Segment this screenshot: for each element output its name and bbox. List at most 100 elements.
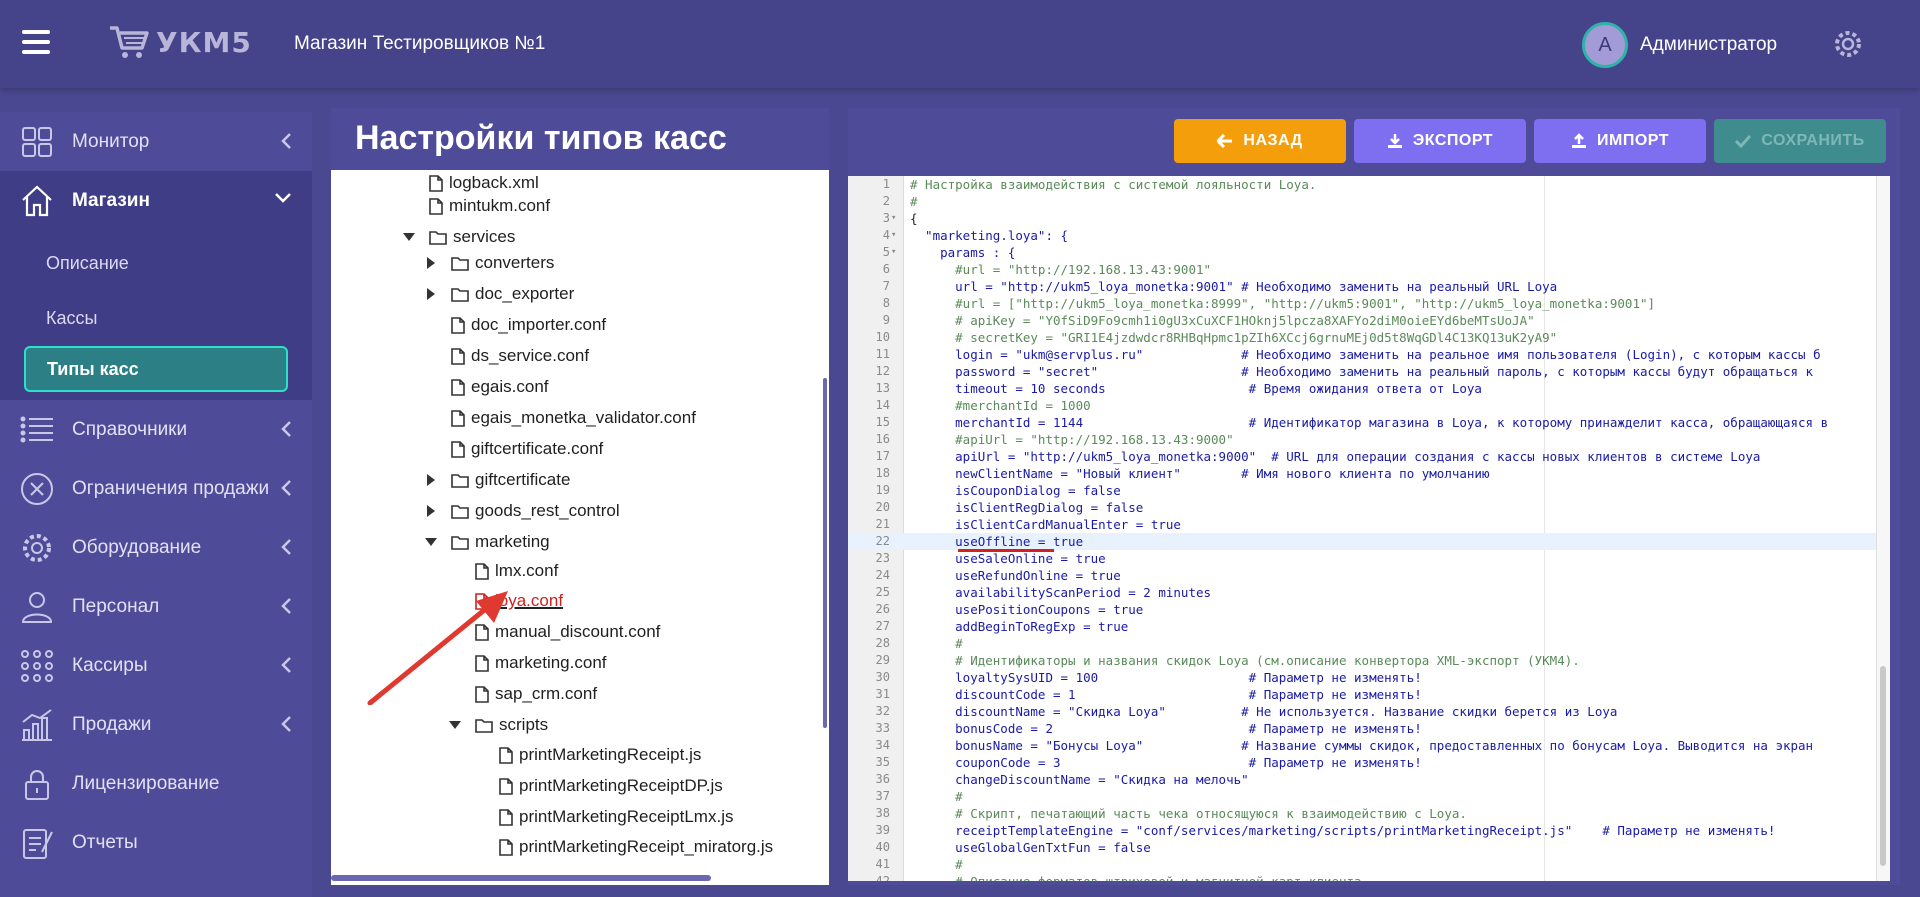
code-line[interactable]: 1 # Настройка взаимодействия с системой л… xyxy=(848,176,1890,193)
code-line[interactable]: 10 # secretKey = "GRI1E4jzdwdcr8RHBqHpmc… xyxy=(848,329,1890,346)
app-logo[interactable]: УКМ5 xyxy=(108,24,252,60)
code-line[interactable]: 36 changeDiscountName = "Скидка на мелоч… xyxy=(848,771,1890,788)
code-line[interactable]: 20 isClientRegDialog = false xyxy=(848,499,1890,516)
caret-right-icon[interactable] xyxy=(425,257,437,269)
import-button-label: ИМПОРТ xyxy=(1596,132,1669,149)
tree-file[interactable]: printMarketingReceiptDP.js xyxy=(499,771,723,801)
editor-scrollbar[interactable] xyxy=(1876,176,1890,881)
code-line[interactable]: 5 ▾ params : { xyxy=(848,244,1890,261)
export-button[interactable]: ЭКСПОРТ xyxy=(1354,119,1526,163)
tree-file[interactable]: ds_service.conf xyxy=(451,341,589,371)
code-line[interactable]: 16 #apiUrl = "http://192.168.13.43:9000" xyxy=(848,431,1890,448)
code-line[interactable]: 15 merchantId = 1144 # Идентификатор маг… xyxy=(848,414,1890,431)
code-line[interactable]: 35 couponCode = 3 # Параметр не изменять… xyxy=(848,754,1890,771)
user-menu[interactable]: А Администратор xyxy=(1582,22,1777,68)
code-line[interactable]: 13 timeout = 10 seconds # Время ожидания… xyxy=(848,380,1890,397)
caret-right-icon[interactable] xyxy=(425,288,437,300)
tree-file[interactable]: printMarketingReceipt.js xyxy=(499,740,701,770)
settings-gear-icon[interactable] xyxy=(1832,28,1864,60)
sidebar-item-store[interactable]: Магазин xyxy=(0,171,312,230)
sidebar-item-references[interactable]: Справочники xyxy=(0,400,312,459)
code-line[interactable]: 2 # xyxy=(848,193,1890,210)
code-line[interactable]: 38 # Скрипт, печатающий часть чека относ… xyxy=(848,805,1890,822)
sidebar-item-licensing[interactable]: Лицензирование xyxy=(0,754,312,813)
tree-file[interactable]: doc_importer.conf xyxy=(451,310,606,340)
sidebar-item-cashiers[interactable]: Кассиры xyxy=(0,636,312,695)
code-line[interactable]: 12 password = "secret" # Необходимо заме… xyxy=(848,363,1890,380)
code-line[interactable]: 17 apiUrl = "http://ukm5_loya_monetka:90… xyxy=(848,448,1890,465)
code-text: # Настройка взаимодействия с системой ло… xyxy=(910,177,1317,192)
code-line[interactable]: 39 receiptTemplateEngine = "conf/service… xyxy=(848,822,1890,839)
code-text: receiptTemplateEngine = "conf/services/m… xyxy=(910,823,1776,838)
code-line[interactable]: 8 #url = ["http://ukm5_loya_monetka:8999… xyxy=(848,295,1890,312)
code-line[interactable]: 9 # apiKey = "Y0fSiD9Fo9cmh1i0gU3xCuXCF1… xyxy=(848,312,1890,329)
back-button[interactable]: НАЗАД xyxy=(1174,119,1346,163)
tree-folder[interactable]: marketing xyxy=(425,527,550,557)
tree-vertical-scrollbar[interactable] xyxy=(823,378,827,728)
tree-item-label: giftcertificate xyxy=(475,470,571,489)
code-line[interactable]: 23 useSaleOnline = true xyxy=(848,550,1890,567)
code-line[interactable]: 19 isCouponDialog = false xyxy=(848,482,1890,499)
code-editor[interactable]: 1 # Настройка взаимодействия с системой л… xyxy=(848,176,1890,881)
tree-folder[interactable]: doc_exporter xyxy=(425,279,574,309)
sidebar-item-staff[interactable]: Персонал xyxy=(0,577,312,636)
tree-folder[interactable]: giftcertificate xyxy=(425,465,570,495)
code-line[interactable]: 42 # Описание форматов штриховой и магни… xyxy=(848,873,1890,881)
code-line[interactable]: 26 usePositionCoupons = true xyxy=(848,601,1890,618)
sidebar-item-monitor[interactable]: Монитор xyxy=(0,112,312,171)
code-line[interactable]: 28 # xyxy=(848,635,1890,652)
code-line[interactable]: 11 login = "ukm@servplus.ru" # Необходим… xyxy=(848,346,1890,363)
caret-down-icon[interactable] xyxy=(449,721,461,729)
menu-burger-icon[interactable] xyxy=(22,30,50,54)
code-line[interactable]: 29 # Идентификаторы и названия скидок Lo… xyxy=(848,652,1890,669)
code-line[interactable]: 40 useGlobalGenTxtFun = false xyxy=(848,839,1890,856)
code-line[interactable]: 3 ▾ { xyxy=(848,210,1890,227)
fold-arrow-icon[interactable]: ▾ xyxy=(891,210,896,227)
import-button[interactable]: ИМПОРТ xyxy=(1534,119,1706,163)
tree-file[interactable]: printMarketingReceiptLmx.js xyxy=(499,802,733,832)
sidebar-subitem-register-types[interactable]: Типы касс xyxy=(24,346,288,392)
sidebar-item-sales[interactable]: Продажи xyxy=(0,695,312,754)
tree-folder[interactable]: scripts xyxy=(449,710,548,740)
code-line[interactable]: 18 newClientName = "Новый клиент" # Имя … xyxy=(848,465,1890,482)
sidebar-subitem-description[interactable]: Описание xyxy=(0,236,312,291)
sidebar-item-equipment[interactable]: Оборудование xyxy=(0,518,312,577)
code-line[interactable]: 4 ▾ "marketing.loya": { xyxy=(848,227,1890,244)
caret-down-icon[interactable] xyxy=(403,233,415,241)
code-line[interactable]: 41 # xyxy=(848,856,1890,873)
fold-arrow-icon[interactable]: ▾ xyxy=(891,227,896,244)
tree-file[interactable]: egais.conf xyxy=(451,372,549,402)
fold-arrow-icon[interactable]: ▾ xyxy=(891,244,896,261)
code-line[interactable]: 37 # xyxy=(848,788,1890,805)
code-line[interactable]: 7 url = "http://ukm5_loya_monetka:9001" … xyxy=(848,278,1890,295)
tree-file[interactable]: mintukm.conf xyxy=(429,191,550,221)
sidebar-item-sale-restrictions[interactable]: Ограничения продажи xyxy=(0,459,312,518)
code-line[interactable]: 27 addBeginToRegExp = true xyxy=(848,618,1890,635)
code-line[interactable]: 33 bonusCode = 2 # Параметр не изменять! xyxy=(848,720,1890,737)
code-line[interactable]: 30 loyaltySysUID = 100 # Параметр не изм… xyxy=(848,669,1890,686)
sidebar-subitem-registers[interactable]: Кассы xyxy=(0,291,312,346)
code-line[interactable]: 32 discountName = "Скидка Loya" # Не исп… xyxy=(848,703,1890,720)
sidebar-item-reports[interactable]: Отчеты xyxy=(0,813,312,872)
code-line[interactable]: 21 isClientCardManualEnter = true xyxy=(848,516,1890,533)
code-line[interactable]: 24 useRefundOnline = true xyxy=(848,567,1890,584)
tree-file[interactable]: printMarketingReceipt_miratorg.js xyxy=(499,832,773,862)
tree-horizontal-scrollbar[interactable] xyxy=(331,875,711,881)
save-button[interactable]: СОХРАНИТЬ xyxy=(1714,119,1886,163)
tree-file[interactable]: egais_monetka_validator.conf xyxy=(451,403,696,433)
caret-right-icon[interactable] xyxy=(425,505,437,517)
code-line[interactable]: 25 availabilityScanPeriod = 2 minutes xyxy=(848,584,1890,601)
tree-file[interactable]: lmx.conf xyxy=(475,556,558,586)
back-button-label: НАЗАД xyxy=(1243,132,1303,149)
tree-folder[interactable]: goods_rest_control xyxy=(425,496,620,526)
code-line[interactable]: 22 useOffline = true xyxy=(848,533,1890,550)
code-line[interactable]: 6 #url = "http://192.168.13.43:9001" xyxy=(848,261,1890,278)
tree-file[interactable]: giftcertificate.conf xyxy=(451,434,603,464)
editor-scroll-thumb[interactable] xyxy=(1880,666,1886,866)
tree-folder[interactable]: converters xyxy=(425,248,554,278)
code-line[interactable]: 34 bonusName = "Бонусы Loya" # Название … xyxy=(848,737,1890,754)
caret-right-icon[interactable] xyxy=(425,474,437,486)
caret-down-icon[interactable] xyxy=(425,538,437,546)
code-line[interactable]: 14 #merchantId = 1000 xyxy=(848,397,1890,414)
code-line[interactable]: 31 discountCode = 1 # Параметр не изменя… xyxy=(848,686,1890,703)
